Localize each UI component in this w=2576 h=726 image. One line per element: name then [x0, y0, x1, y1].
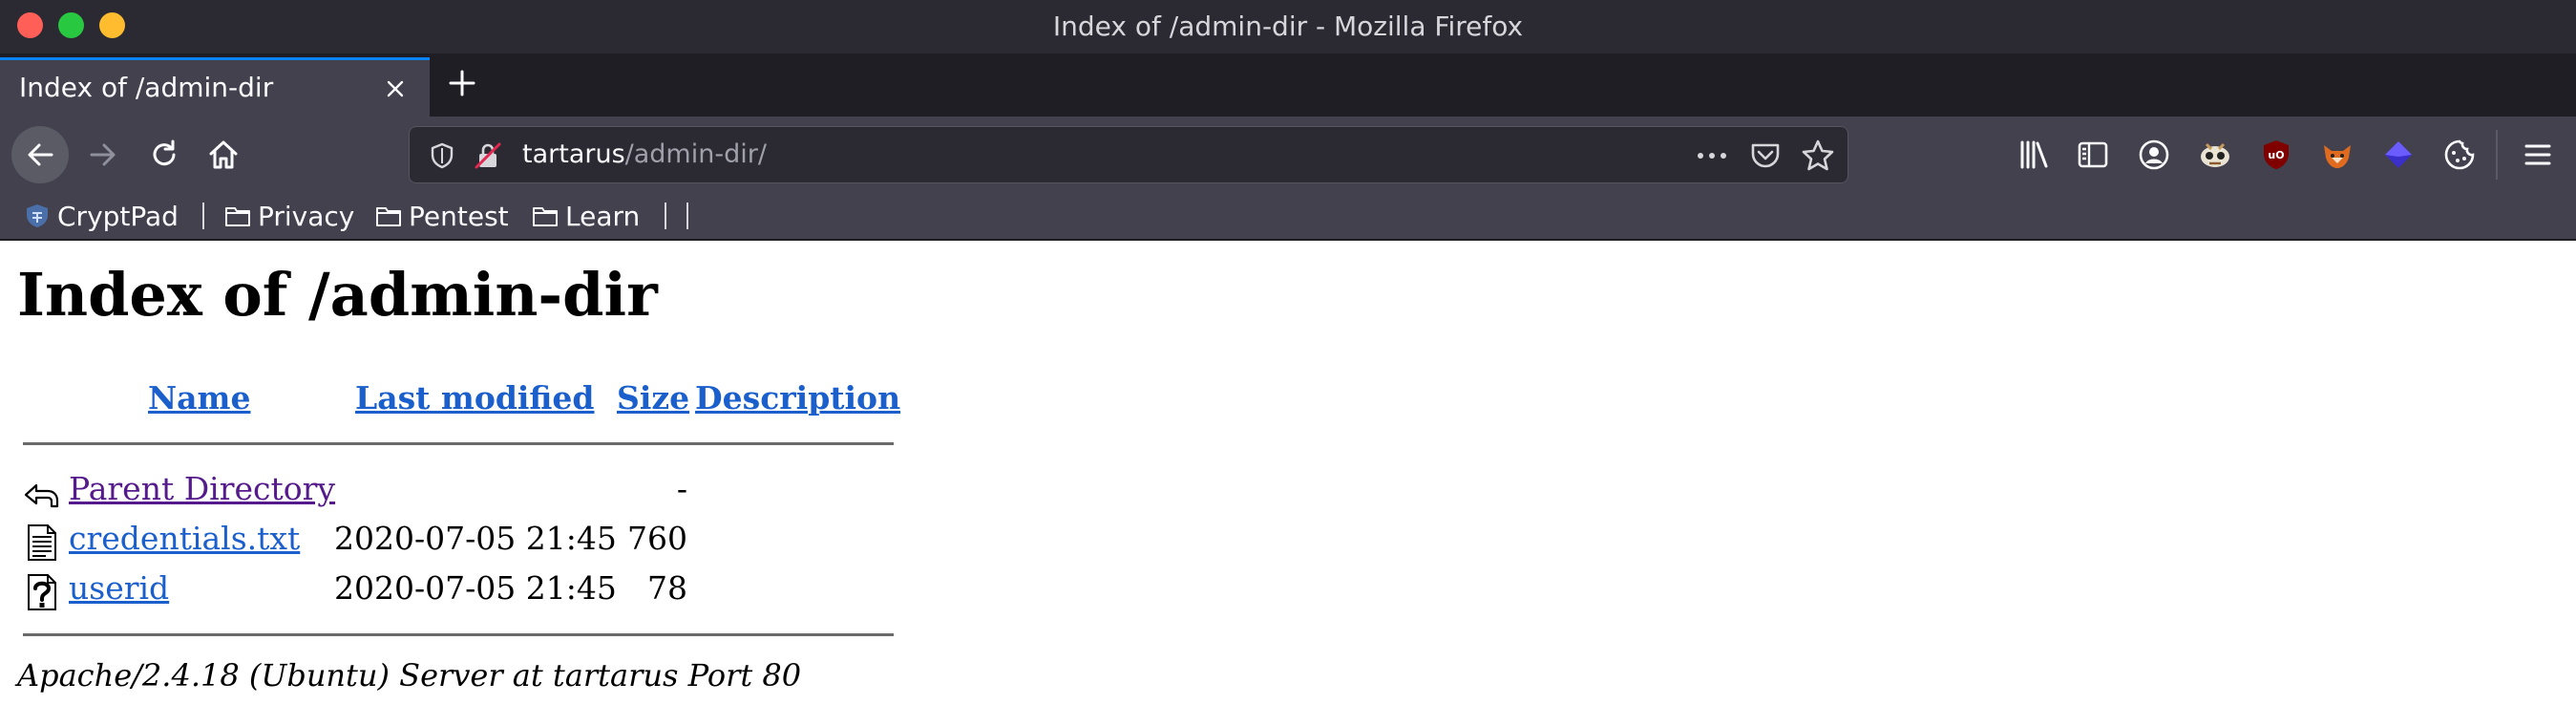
- folder-icon: [225, 207, 250, 226]
- unknown-file-icon: [23, 573, 61, 611]
- bookmark-separator: [686, 203, 688, 229]
- bookmark-star-icon[interactable]: [1800, 138, 1836, 174]
- account-icon[interactable]: [2135, 136, 2173, 174]
- url-bar[interactable]: tartarus/admin-dir/: [409, 126, 1848, 183]
- bookmark-label: Privacy: [258, 200, 355, 232]
- library-icon[interactable]: [2015, 136, 2053, 174]
- listing-row: userid 2020-07-05 21:45 78: [0, 569, 897, 613]
- bookmark-folder-pentest[interactable]: Pentest: [374, 193, 509, 239]
- url-path: /admin-dir/: [624, 139, 767, 169]
- column-header-size[interactable]: Size: [617, 379, 689, 416]
- divider: [23, 442, 894, 445]
- url-host: tartarus: [522, 139, 625, 169]
- bookmark-separator: [202, 203, 204, 229]
- svg-text:uO: uO: [2268, 149, 2284, 161]
- tracking-protection-shield-icon[interactable]: [427, 140, 457, 171]
- column-header-description[interactable]: Description: [695, 379, 900, 416]
- back-button[interactable]: [11, 126, 69, 183]
- folder-icon: [376, 207, 401, 226]
- bookmark-label: Pentest: [409, 200, 509, 232]
- bookmark-folder-learn[interactable]: Learn: [531, 193, 640, 239]
- pocket-icon[interactable]: [1748, 139, 1783, 173]
- parent-directory-link[interactable]: Parent Directory: [69, 470, 335, 507]
- home-button[interactable]: [199, 130, 248, 180]
- page-content: Index of /admin-dir Name Last modified S…: [0, 241, 2576, 726]
- file-link[interactable]: userid: [69, 569, 169, 607]
- back-arrow-icon: [23, 474, 61, 512]
- sidebar-icon[interactable]: [2074, 136, 2112, 174]
- reload-button[interactable]: [139, 130, 189, 180]
- divider: [23, 633, 894, 636]
- tab-active[interactable]: Index of /admin-dir: [0, 57, 430, 117]
- bookmark-folder-privacy[interactable]: Privacy: [223, 193, 354, 239]
- bookmark-cryptpad[interactable]: CryptPad: [23, 193, 179, 239]
- page-title: Index of /admin-dir: [17, 260, 658, 330]
- tampermonkey-icon[interactable]: [2196, 136, 2234, 174]
- forward-arrow-icon: [90, 143, 116, 166]
- bookmarks-toolbar: CryptPad Privacy Pentest Learn: [0, 193, 2576, 241]
- column-header-last-modified[interactable]: Last modified: [355, 379, 595, 416]
- file-size: -: [676, 470, 687, 507]
- window-title: Index of /admin-dir - Mozilla Firefox: [1052, 11, 1524, 42]
- new-tab-icon[interactable]: [443, 64, 481, 102]
- reload-icon: [153, 139, 176, 166]
- forward-button[interactable]: [78, 130, 128, 180]
- folder-icon: [533, 207, 558, 226]
- bookmark-label: CryptPad: [57, 200, 179, 232]
- bookmark-label: Learn: [565, 200, 641, 232]
- title-bar: Index of /admin-dir - Mozilla Firefox: [0, 0, 2576, 53]
- tab-title: Index of /admin-dir: [19, 72, 274, 103]
- file-size: 78: [647, 569, 687, 607]
- bookmark-separator: [665, 203, 666, 229]
- file-link[interactable]: credentials.txt: [69, 520, 300, 557]
- hamburger-menu-icon[interactable]: [2519, 136, 2557, 174]
- foxyproxy-icon[interactable]: [2318, 136, 2356, 174]
- nav-bar: tartarus/admin-dir/ uO: [0, 117, 2576, 193]
- close-tab-icon[interactable]: [380, 74, 411, 104]
- ublock-origin-icon[interactable]: uO: [2257, 136, 2295, 174]
- tab-strip: Index of /admin-dir: [0, 53, 2576, 117]
- insecure-lock-icon[interactable]: [473, 140, 503, 171]
- listing-row: credentials.txt 2020-07-05 21:45 760: [0, 520, 897, 564]
- page-actions-more-icon[interactable]: [1693, 139, 1731, 173]
- cookie-icon[interactable]: [2440, 136, 2479, 174]
- home-icon: [209, 140, 238, 169]
- listing-row: Parent Directory -: [0, 470, 897, 514]
- layers-icon[interactable]: [2379, 136, 2418, 174]
- server-signature: Apache/2.4.18 (Ubuntu) Server at tartaru…: [17, 657, 802, 694]
- url-text[interactable]: tartarus/admin-dir/: [522, 127, 767, 182]
- text-file-icon: [23, 523, 61, 562]
- toolbar-separator: [2496, 130, 2498, 180]
- cryptpad-icon: [27, 204, 48, 227]
- back-arrow-icon: [28, 143, 53, 166]
- column-header-name[interactable]: Name: [148, 379, 250, 416]
- file-size: 760: [627, 520, 687, 557]
